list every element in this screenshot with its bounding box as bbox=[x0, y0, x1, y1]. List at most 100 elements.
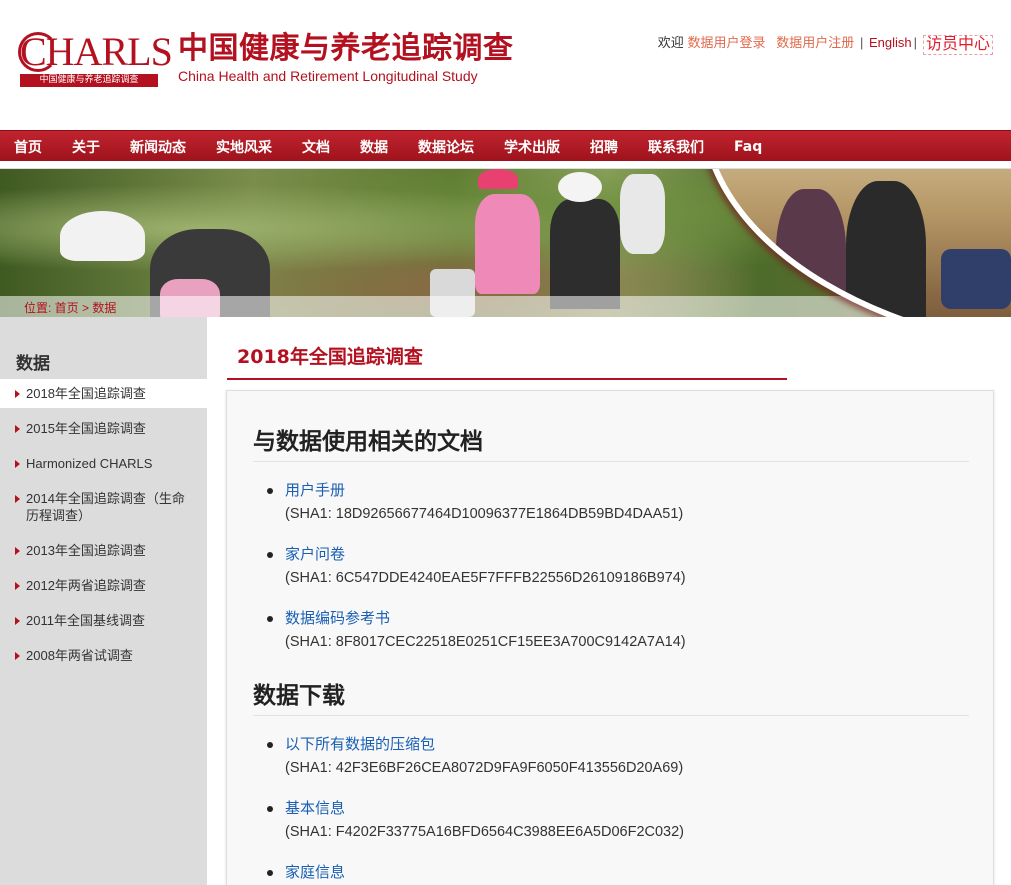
nav-item[interactable]: 关于 bbox=[72, 137, 100, 157]
caret-right-icon bbox=[15, 460, 20, 468]
divider: | bbox=[859, 35, 864, 50]
nav-list: 首页 关于 新闻动态 实地风采 文档 数据 数据论坛 学术出版 招聘 联系我们 Faq bbox=[0, 131, 1011, 162]
list-item: 数据编码参考书 (SHA1: 8F8017CEC22518E0251CF15EE… bbox=[253, 609, 953, 673]
download-list: 以下所有数据的压缩包 (SHA1: 42F3E6BF26CEA8072D9FA9… bbox=[253, 735, 953, 885]
banner-photo-figure bbox=[475, 194, 540, 294]
caret-right-icon bbox=[15, 495, 20, 503]
sidebar-item-label: 2015年全国追踪调查 bbox=[26, 421, 146, 436]
nav-item[interactable]: Faq bbox=[734, 139, 762, 155]
hero-banner bbox=[0, 169, 1011, 317]
banner-photo-figure bbox=[620, 174, 665, 254]
banner-photo-figure bbox=[558, 172, 602, 202]
sidebar-list: 2018年全国追踪调查 2015年全国追踪调查 Harmonized CHARLS 2… bbox=[0, 379, 207, 670]
sidebar-item[interactable]: 2015年全国追踪调查 bbox=[0, 414, 207, 443]
sidebar-item[interactable]: 2008年两省试调查 bbox=[0, 641, 207, 670]
banner-photo-figure bbox=[776, 189, 846, 317]
sidebar-item-label: 2014年全国追踪调查（生命历程调查） bbox=[26, 491, 185, 523]
list-item: 用户手册 (SHA1: 18D92656677464D10096377E1864… bbox=[253, 481, 953, 545]
list-item: 以下所有数据的压缩包 (SHA1: 42F3E6BF26CEA8072D9FA9… bbox=[253, 735, 953, 799]
all-data-zip-link[interactable]: 以下所有数据的压缩包 bbox=[285, 735, 953, 755]
list-item: 家庭信息 bbox=[253, 863, 953, 885]
sidebar-item[interactable]: 2014年全国追踪调查（生命历程调查） bbox=[0, 484, 207, 530]
wheelchair-icon bbox=[941, 249, 1011, 309]
banner-photo-figure bbox=[60, 211, 145, 261]
page-title: 2018年全国追踪调查 bbox=[237, 346, 423, 368]
sidebar-item[interactable]: 2013年全国追踪调查 bbox=[0, 536, 207, 565]
login-link[interactable]: 数据用户登录 bbox=[687, 35, 765, 50]
sidebar-item-label: 2013年全国追踪调查 bbox=[26, 543, 146, 558]
caret-right-icon bbox=[15, 390, 20, 398]
breadcrumb-current[interactable]: 数据 bbox=[92, 301, 116, 315]
nav-item[interactable]: 文档 bbox=[302, 137, 330, 157]
bullet-icon bbox=[267, 870, 273, 876]
codebook-link[interactable]: 数据编码参考书 bbox=[285, 609, 953, 629]
caret-right-icon bbox=[15, 547, 20, 555]
divider: | bbox=[913, 35, 917, 50]
top-links: 欢迎 数据用户登录 数据用户注册 | English | 访员中心 bbox=[658, 33, 993, 55]
household-questionnaire-link[interactable]: 家户问卷 bbox=[285, 545, 953, 565]
caret-right-icon bbox=[15, 425, 20, 433]
bullet-icon bbox=[267, 742, 273, 748]
nav-divider bbox=[0, 161, 1011, 169]
family-info-link[interactable]: 家庭信息 bbox=[285, 863, 953, 883]
sha1-hash: (SHA1: 6C547DDE4240EAE5F7FFFB22556D26109… bbox=[285, 570, 686, 586]
nav-item[interactable]: 招聘 bbox=[590, 137, 618, 157]
charls-logo[interactable]: CHARLS 中国健康与养老追踪调查 bbox=[18, 30, 173, 87]
nav-item[interactable]: 首页 bbox=[14, 137, 42, 157]
nav-item[interactable]: 数据 bbox=[360, 137, 388, 157]
section-heading-docs: 与数据使用相关的文档 bbox=[253, 429, 483, 455]
section-heading-download: 数据下载 bbox=[253, 683, 345, 709]
welcome-text: 欢迎 bbox=[657, 35, 684, 50]
docs-list: 用户手册 (SHA1: 18D92656677464D10096377E1864… bbox=[253, 481, 953, 673]
main-nav: 首页 关于 新闻动态 实地风采 文档 数据 数据论坛 学术出版 招聘 联系我们 Faq bbox=[0, 130, 1011, 161]
sidebar-item-label: 2018年全国追踪调查 bbox=[26, 386, 146, 401]
section-divider bbox=[253, 715, 969, 716]
register-link[interactable]: 数据用户注册 bbox=[776, 35, 854, 50]
site-subtitle: China Health and Retirement Longitudinal… bbox=[178, 68, 478, 84]
sidebar-item-label: 2011年全国基线调查 bbox=[26, 613, 145, 628]
breadcrumb-prefix: 位置: bbox=[24, 301, 55, 315]
basic-info-link[interactable]: 基本信息 bbox=[285, 799, 953, 819]
bullet-icon bbox=[267, 616, 273, 622]
english-link[interactable]: English bbox=[869, 35, 912, 50]
list-item: 基本信息 (SHA1: F4202F33775A16BFD6564C3988EE… bbox=[253, 799, 953, 863]
nav-item[interactable]: 数据论坛 bbox=[418, 137, 474, 157]
nav-item[interactable]: 联系我们 bbox=[648, 137, 704, 157]
title-underline bbox=[227, 378, 787, 380]
breadcrumb: 位置: 首页 > 数据 bbox=[24, 299, 116, 317]
content-panel: 与数据使用相关的文档 用户手册 (SHA1: 18D92656677464D10… bbox=[226, 390, 994, 885]
sidebar-item-label: 2008年两省试调查 bbox=[26, 648, 133, 663]
banner-photo-figure bbox=[550, 199, 620, 309]
logo-text: CHARLS bbox=[20, 29, 173, 74]
sha1-hash: (SHA1: 8F8017CEC22518E0251CF15EE3A700C91… bbox=[285, 634, 686, 650]
sha1-hash: (SHA1: 18D92656677464D10096377E1864DB59B… bbox=[285, 506, 684, 522]
nav-item[interactable]: 新闻动态 bbox=[130, 137, 186, 157]
list-item: 家户问卷 (SHA1: 6C547DDE4240EAE5F7FFFB22556D… bbox=[253, 545, 953, 609]
sidebar-item[interactable]: Harmonized CHARLS bbox=[0, 449, 207, 478]
visitor-center-link[interactable]: 访员中心 bbox=[922, 35, 993, 55]
sidebar-item-label: 2012年两省追踪调查 bbox=[26, 578, 146, 593]
sidebar-item[interactable]: 2018年全国追踪调查 bbox=[0, 379, 207, 408]
caret-right-icon bbox=[15, 652, 20, 660]
caret-right-icon bbox=[15, 617, 20, 625]
bullet-icon bbox=[267, 806, 273, 812]
nav-item[interactable]: 学术出版 bbox=[504, 137, 560, 157]
sha1-hash: (SHA1: F4202F33775A16BFD6564C3988EE6A5D0… bbox=[285, 824, 684, 840]
site-header: CHARLS 中国健康与养老追踪调查 中国健康与养老追踪调查 China Hea… bbox=[0, 0, 1011, 130]
site-title: 中国健康与养老追踪调查 bbox=[178, 31, 514, 66]
sha1-hash: (SHA1: 42F3E6BF26CEA8072D9FA9F6050F41355… bbox=[285, 760, 684, 776]
logo-subtext: 中国健康与养老追踪调查 bbox=[20, 74, 158, 87]
sidebar-title: 数据 bbox=[16, 354, 50, 374]
banner-photo-figure bbox=[846, 181, 926, 317]
nav-item[interactable]: 实地风采 bbox=[216, 137, 272, 157]
breadcrumb-separator: > bbox=[78, 301, 93, 315]
sidebar-item-label: Harmonized CHARLS bbox=[26, 456, 153, 471]
banner-elderly-photo bbox=[700, 169, 1011, 317]
section-divider bbox=[253, 461, 969, 462]
user-manual-link[interactable]: 用户手册 bbox=[285, 481, 953, 501]
sidebar: 数据 2018年全国追踪调查 2015年全国追踪调查 Harmonized CHAR… bbox=[0, 317, 207, 885]
sidebar-item[interactable]: 2012年两省追踪调查 bbox=[0, 571, 207, 600]
breadcrumb-home[interactable]: 首页 bbox=[55, 301, 79, 315]
bullet-icon bbox=[267, 552, 273, 558]
sidebar-item[interactable]: 2011年全国基线调查 bbox=[0, 606, 207, 635]
